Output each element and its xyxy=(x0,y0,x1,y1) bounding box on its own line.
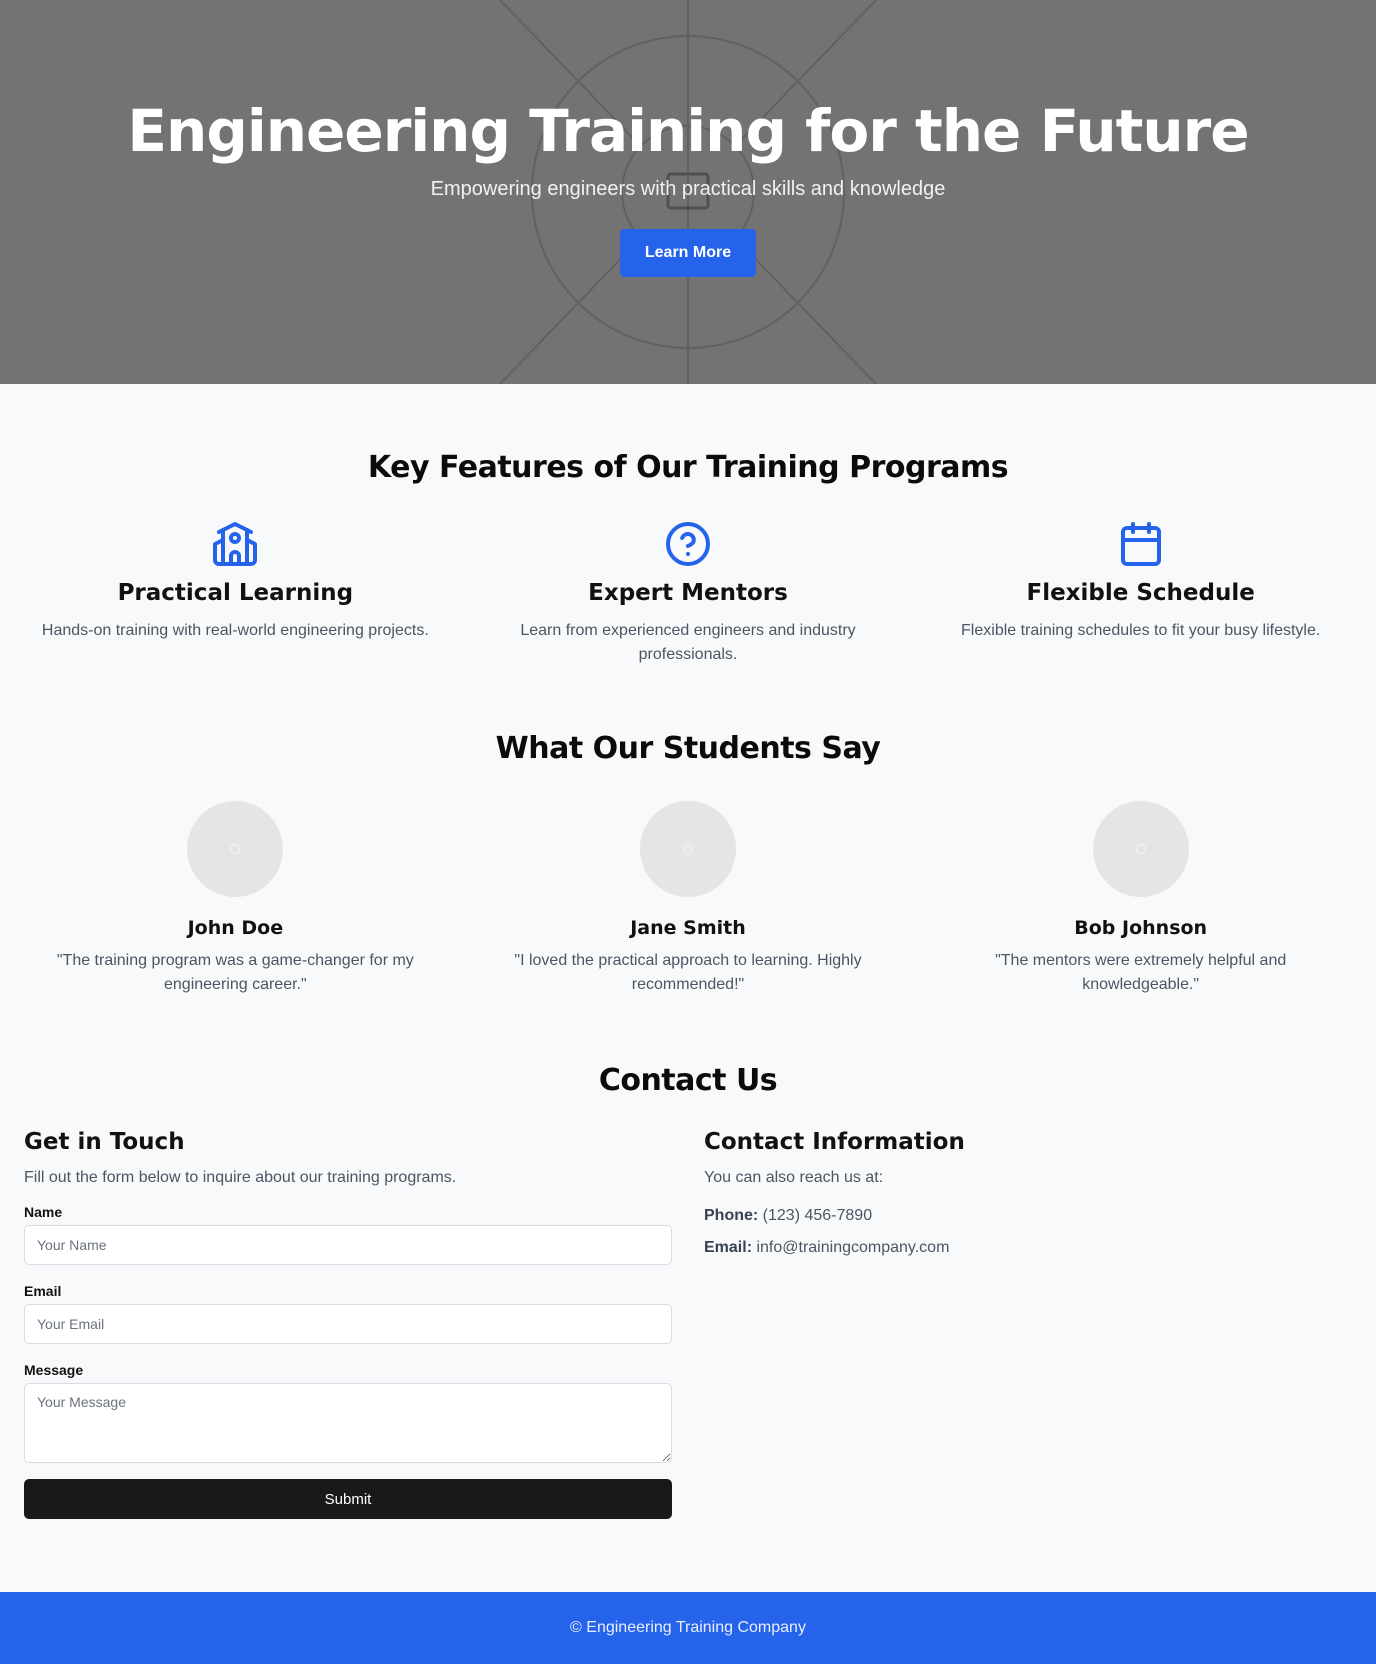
form-title: Get in Touch xyxy=(24,1129,185,1155)
contact-section: Contact Us Get in Touch Fill out the for… xyxy=(0,997,1376,1519)
feature-description: Learn from experienced engineers and ind… xyxy=(520,622,856,663)
testimonial-quote: "I loved the practical approach to learn… xyxy=(514,952,862,993)
features-heading: Key Features of Our Training Programs xyxy=(367,450,1009,485)
message-label: Message xyxy=(24,1362,84,1378)
form-description: Fill out the form below to inquire about… xyxy=(24,1169,457,1186)
email-value: info@trainingcompany.com xyxy=(756,1239,950,1256)
hero-section: Engineering Training for the Future Empo… xyxy=(0,0,1376,384)
feature-title: Flexible Schedule xyxy=(1026,580,1255,606)
hero-title: Engineering Training for the Future xyxy=(127,97,1249,165)
contact-info-title: Contact Information xyxy=(704,1129,965,1155)
submit-button[interactable]: Submit xyxy=(24,1479,672,1519)
avatar xyxy=(640,801,736,897)
contact-info-description: You can also reach us at: xyxy=(704,1169,884,1186)
email-label: Email xyxy=(24,1283,62,1299)
avatar xyxy=(187,801,284,897)
contact-info: Contact Information You can also reach u… xyxy=(704,1126,1352,1519)
calendar-icon xyxy=(1120,522,1161,566)
phone-label: Phone: xyxy=(704,1207,759,1224)
email-input[interactable] xyxy=(24,1304,672,1344)
contact-form: Get in Touch Fill out the form below to … xyxy=(24,1126,672,1519)
feature-description: Flexible training schedules to fit your … xyxy=(961,622,1321,639)
footer-copyright: © Engineering Training Company xyxy=(570,1619,806,1636)
footer: © Engineering Training Company xyxy=(0,1592,1376,1664)
hero-subtitle: Empowering engineers with practical skil… xyxy=(430,178,946,200)
feature-description: Hands-on training with real-world engine… xyxy=(41,622,429,639)
name-input[interactable] xyxy=(24,1225,672,1265)
feature-card: Expert Mentors Learn from experienced en… xyxy=(462,488,915,667)
feature-title: Expert Mentors xyxy=(588,580,788,606)
feature-card: Practical Learning Hands-on training wit… xyxy=(9,488,462,667)
testimonial-quote: "The training program was a game-changer… xyxy=(56,952,414,993)
learn-more-button[interactable]: Learn More xyxy=(620,229,756,277)
testimonial-card: Jane Smith "I loved the practical approa… xyxy=(462,769,915,997)
testimonial-name: Jane Smith xyxy=(630,917,746,939)
feature-title: Practical Learning xyxy=(117,580,354,606)
testimonial-quote: "The mentors were extremely helpful and … xyxy=(995,952,1287,993)
feature-card: Flexible Schedule Flexible training sche… xyxy=(914,488,1367,667)
email-line: Email: info@trainingcompany.com xyxy=(704,1236,1352,1260)
contact-heading: Contact Us xyxy=(598,1063,778,1098)
features-section: Key Features of Our Training Programs Pr… xyxy=(0,384,1376,667)
question-circle-icon xyxy=(666,522,710,566)
avatar xyxy=(1092,801,1189,897)
phone-value: (123) 456-7890 xyxy=(762,1207,873,1224)
testimonials-section: What Our Students Say John Doe "The trai… xyxy=(0,667,1376,997)
message-textarea[interactable] xyxy=(24,1383,672,1463)
school-building-icon xyxy=(213,522,258,566)
testimonials-heading: What Our Students Say xyxy=(495,731,881,766)
testimonial-card: Bob Johnson "The mentors were extremely … xyxy=(914,769,1367,997)
testimonial-name: John Doe xyxy=(187,917,284,939)
phone-line: Phone: (123) 456-7890 xyxy=(704,1204,1352,1228)
testimonial-name: Bob Johnson xyxy=(1074,917,1208,939)
name-label: Name xyxy=(24,1204,63,1220)
testimonial-card: John Doe "The training program was a gam… xyxy=(9,769,462,997)
email-info-label: Email: xyxy=(704,1239,753,1256)
